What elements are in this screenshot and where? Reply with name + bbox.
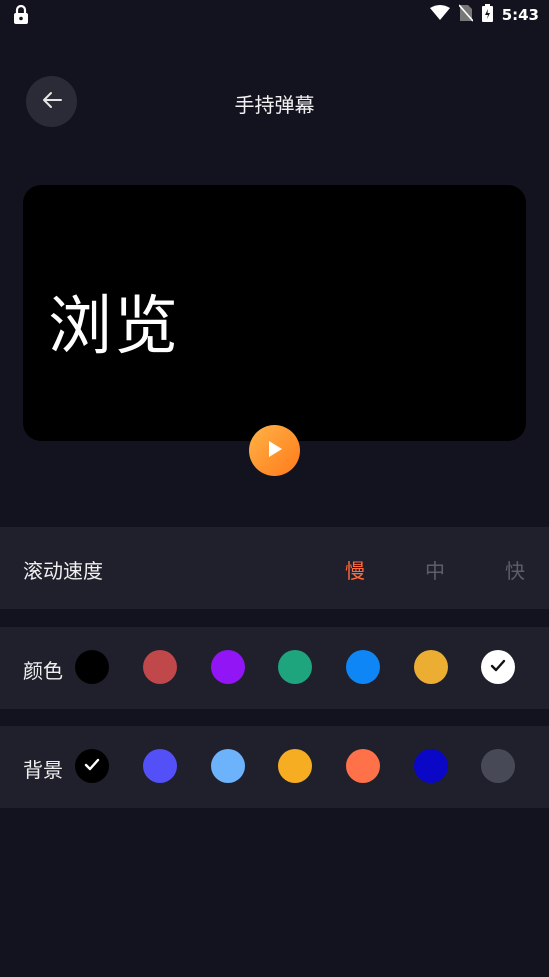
danmaku-preview[interactable]: 浏览 — [23, 185, 526, 441]
color-swatch[interactable] — [143, 650, 177, 684]
color-swatch[interactable] — [278, 650, 312, 684]
color-label: 颜色 — [23, 659, 63, 683]
background-swatch[interactable] — [211, 749, 245, 783]
background-row: 背景 — [0, 726, 549, 808]
color-swatch[interactable] — [346, 650, 380, 684]
background-swatch[interactable] — [346, 749, 380, 783]
play-icon — [267, 440, 283, 462]
checkmark-icon — [490, 658, 506, 677]
preview-text: 浏览 — [48, 290, 180, 364]
play-button[interactable] — [249, 425, 300, 476]
page-title: 手持弹幕 — [234, 93, 315, 117]
background-label: 背景 — [23, 758, 63, 782]
checkmark-icon — [84, 757, 100, 776]
speed-option-fast[interactable]: 快 — [505, 555, 525, 584]
color-row: 颜色 — [0, 627, 549, 709]
color-swatch[interactable] — [414, 650, 448, 684]
no-sim-icon — [458, 4, 474, 26]
background-swatch[interactable] — [414, 749, 448, 783]
color-swatch[interactable] — [481, 650, 515, 684]
battery-icon — [481, 4, 493, 26]
background-swatch[interactable] — [481, 749, 515, 783]
speed-row: 滚动速度 慢 中 快 — [0, 527, 549, 609]
wifi-icon — [429, 5, 450, 25]
speed-option-slow[interactable]: 慢 — [345, 555, 365, 584]
background-swatch[interactable] — [143, 749, 177, 783]
background-swatch[interactable] — [75, 749, 109, 783]
color-swatch[interactable] — [75, 650, 109, 684]
background-swatch[interactable] — [278, 749, 312, 783]
status-bar: 5:43 — [0, 0, 549, 30]
header: 手持弹幕 — [0, 76, 549, 128]
color-swatch[interactable] — [211, 650, 245, 684]
status-time: 5:43 — [501, 6, 539, 24]
lock-icon — [12, 4, 30, 29]
speed-option-medium[interactable]: 中 — [425, 555, 445, 584]
speed-label: 滚动速度 — [23, 559, 103, 583]
